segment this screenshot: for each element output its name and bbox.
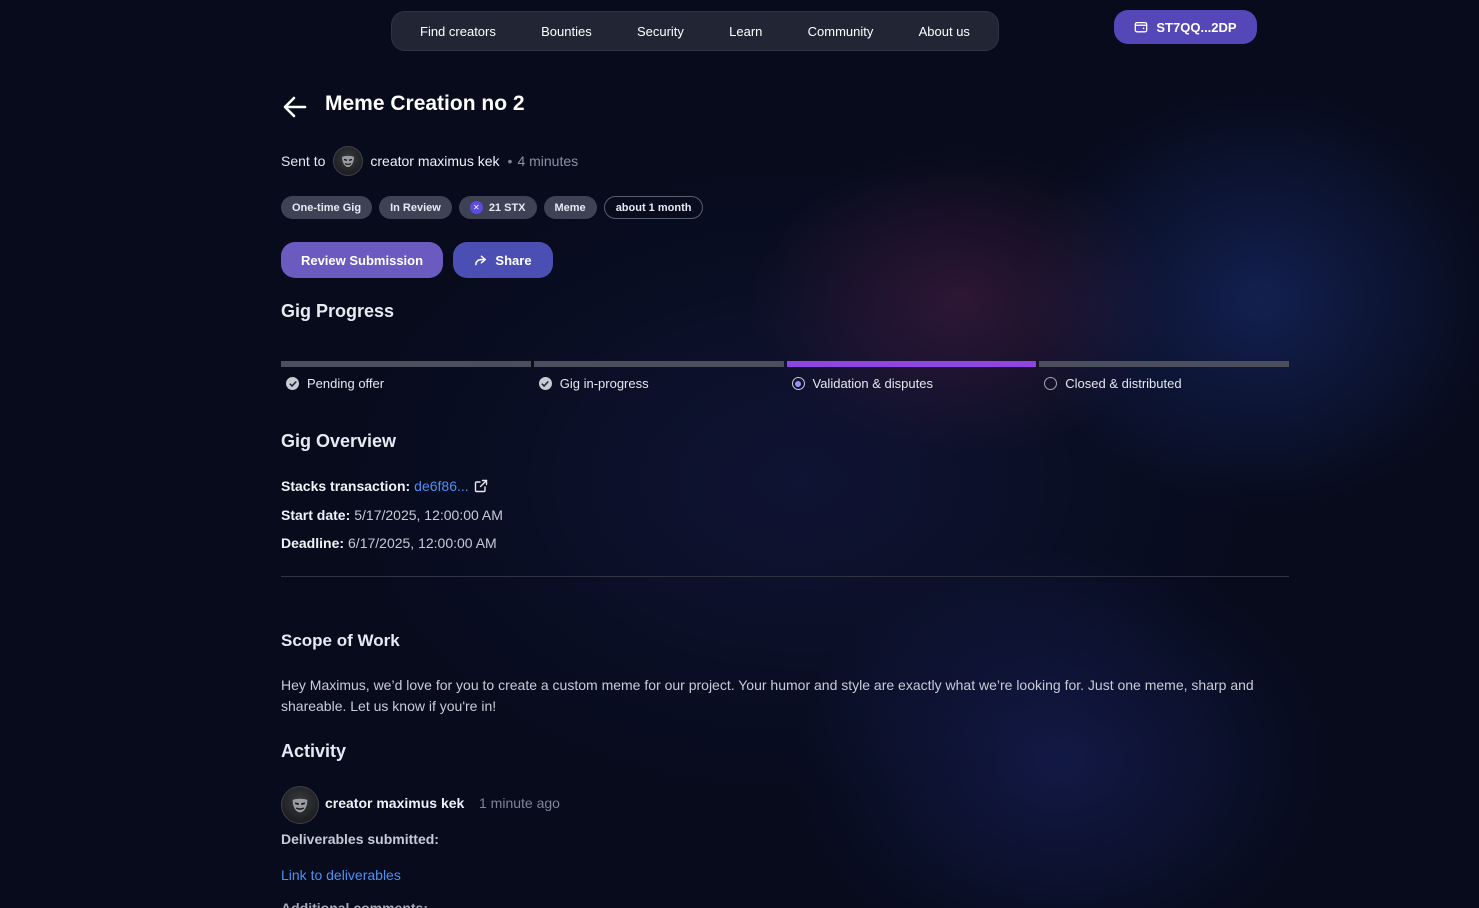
share-icon (474, 254, 487, 267)
radio-current-icon (791, 377, 805, 390)
activity-author-name[interactable]: creator maximus kek (325, 795, 464, 811)
section-divider (281, 576, 1289, 577)
deadline-value: 6/17/2025, 12:00:00 AM (348, 535, 497, 551)
top-nav: Find creators Bounties Security Learn Co… (391, 11, 999, 51)
deliverables-link[interactable]: Link to deliverables (281, 867, 401, 883)
tag-status: In Review (379, 196, 452, 219)
wallet-button[interactable]: ST7QQ...2DP (1114, 10, 1257, 44)
activity-heading: Activity (281, 741, 347, 761)
additional-comments-label: Additional comments: (281, 900, 429, 908)
nav-security[interactable]: Security (637, 24, 684, 39)
gig-progress-heading: Gig Progress (281, 301, 395, 321)
step-bar (281, 361, 531, 367)
deliverables-label: Deliverables submitted: (281, 831, 439, 847)
activity-time: 1 minute ago (479, 795, 560, 811)
nav-bounties[interactable]: Bounties (541, 24, 592, 39)
start-date-row: Start date: 5/17/2025, 12:00:00 AM (281, 507, 503, 523)
share-button[interactable]: Share (453, 242, 553, 278)
empty-circle-icon (1044, 377, 1058, 390)
tag-category-label: Meme (554, 201, 586, 214)
step-pending-offer: Pending offer (281, 361, 531, 391)
start-date-value: 5/17/2025, 12:00:00 AM (354, 507, 503, 523)
start-date-label: Start date: (281, 507, 351, 523)
tag-duration-label: about 1 month (615, 201, 692, 214)
nav-about-us[interactable]: About us (919, 24, 970, 39)
nav-community[interactable]: Community (808, 24, 874, 39)
stx-token-icon: ✕ (469, 201, 483, 214)
step-label: Gig in-progress (559, 376, 649, 391)
progress-steps: Pending offer Gig in-progress Validation… (281, 361, 1289, 391)
external-link-icon[interactable] (474, 479, 488, 493)
wallet-address: ST7QQ...2DP (1156, 19, 1237, 35)
gig-overview-heading: Gig Overview (281, 431, 397, 451)
share-label: Share (495, 252, 532, 268)
nav-find-creators[interactable]: Find creators (420, 24, 496, 39)
deadline-label: Deadline: (281, 535, 345, 551)
check-circle-icon (538, 377, 552, 390)
stacks-transaction-row: Stacks transaction: de6f86... (281, 478, 488, 494)
step-label: Validation & disputes (812, 376, 933, 391)
recipient-avatar[interactable] (333, 146, 364, 176)
tag-gig-type-label: One-time Gig (292, 201, 362, 214)
tag-duration: about 1 month (603, 196, 704, 219)
wallet-icon (1134, 20, 1148, 34)
tag-amount-label: 21 STX (488, 201, 526, 214)
step-closed-distributed: Closed & distributed (1039, 361, 1289, 391)
step-bar-active (786, 361, 1037, 367)
page-title: Meme Creation no 2 (325, 92, 525, 115)
tag-gig-type: One-time Gig (281, 196, 373, 219)
scope-text: Hey Maximus, we’d love for you to create… (281, 677, 1254, 714)
scope-heading: Scope of Work (281, 631, 400, 650)
step-label: Closed & distributed (1065, 376, 1182, 391)
page: Find creators Bounties Security Learn Co… (0, 0, 1479, 908)
check-circle-icon (286, 377, 299, 390)
tag-amount: ✕ 21 STX (458, 196, 537, 219)
recipient-name[interactable]: creator maximus kek (370, 153, 499, 169)
step-validation-disputes: Validation & disputes (786, 361, 1037, 391)
step-label: Pending offer (307, 376, 385, 391)
tag-category: Meme (543, 196, 597, 219)
separator-dot: • (507, 153, 513, 169)
review-submission-button[interactable]: Review Submission (281, 242, 443, 278)
gig-tags: One-time Gig In Review ✕ 21 STX Meme abo… (281, 196, 704, 219)
sent-time: 4 minutes (517, 153, 579, 169)
step-bar (1039, 361, 1289, 367)
step-bar (533, 361, 784, 367)
deadline-row: Deadline: 6/17/2025, 12:00:00 AM (281, 535, 497, 551)
stacks-transaction-link[interactable]: de6f86... (414, 478, 469, 494)
activity-author-avatar[interactable] (281, 786, 319, 824)
review-submission-label: Review Submission (300, 252, 424, 268)
nav-learn[interactable]: Learn (729, 24, 762, 39)
step-gig-in-progress: Gig in-progress (533, 361, 784, 391)
stacks-transaction-label: Stacks transaction: (281, 478, 411, 494)
sent-to-label: Sent to (281, 153, 326, 169)
sent-to-row: Sent to creator maximus kek • 4 minutes (281, 146, 578, 176)
tag-status-label: In Review (390, 201, 441, 214)
back-arrow-icon[interactable] (281, 94, 309, 120)
